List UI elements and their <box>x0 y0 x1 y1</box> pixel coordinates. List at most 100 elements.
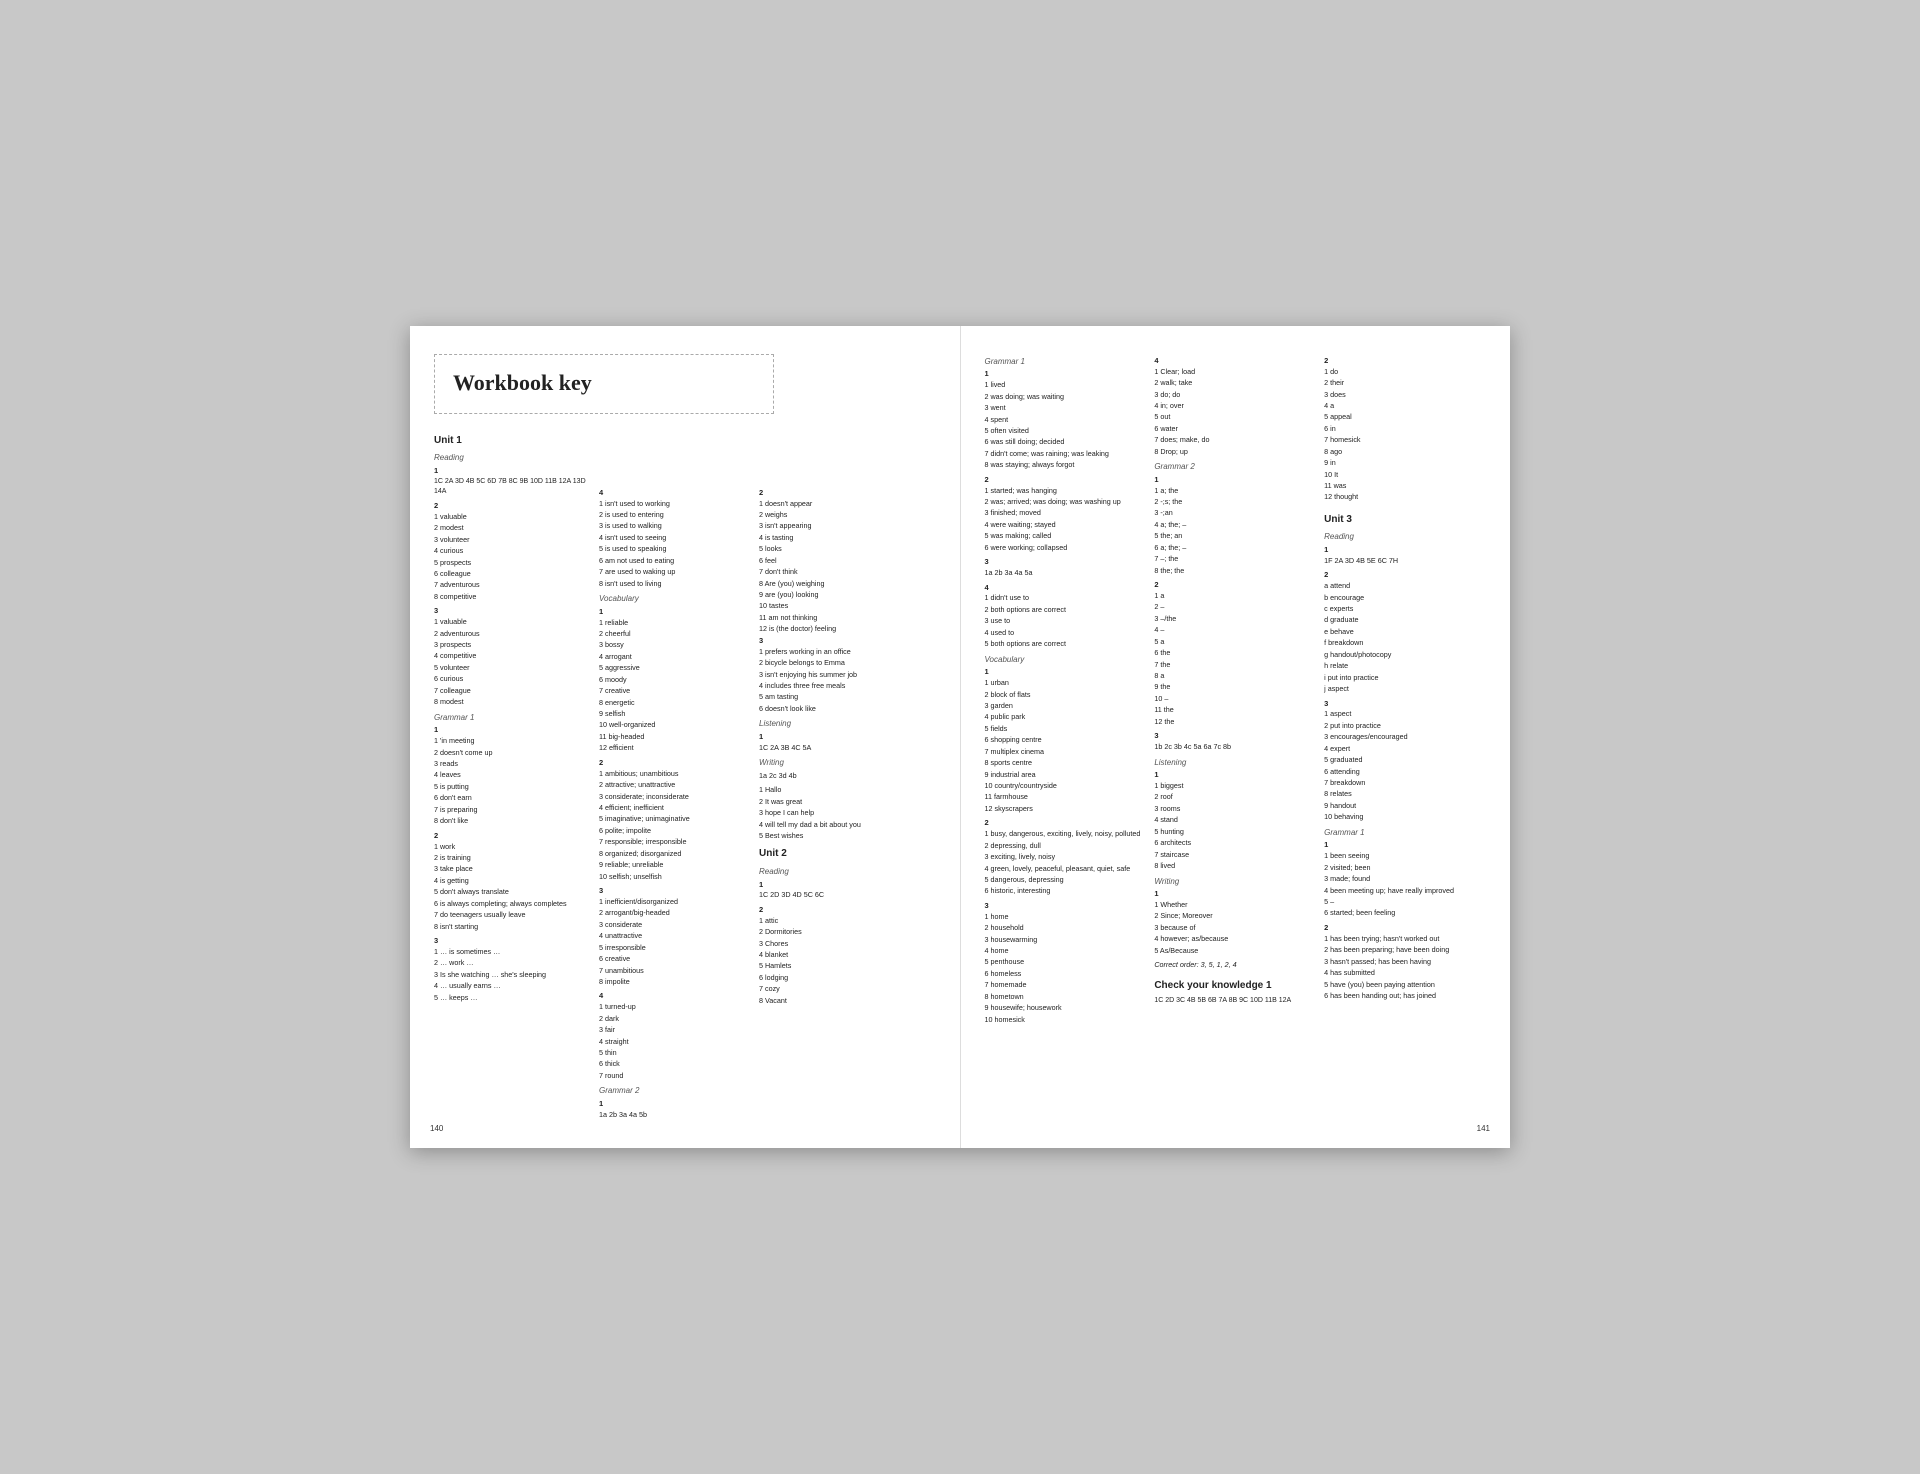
list-item: 4 – <box>1154 625 1316 635</box>
list-item: 1 home <box>985 912 1147 922</box>
list-item: 5 Hamlets <box>759 961 936 971</box>
list-item: 3 rooms <box>1154 804 1316 814</box>
list-item: 8 modest <box>434 697 589 707</box>
list-item: 5 appeal <box>1324 412 1486 422</box>
list-item: 2 visited; been <box>1324 863 1486 873</box>
list-item: c experts <box>1324 604 1486 614</box>
right-col2: 4 1 Clear; load2 walk; take3 do; do4 in;… <box>1154 354 1316 1029</box>
right-col3: 2 1 do2 their3 does4 a5 appeal6 in7 home… <box>1324 354 1486 1029</box>
list-item: 10 tastes <box>759 601 936 611</box>
list-item: 7 didn't come; was raining; was leaking <box>985 449 1147 459</box>
reading-q3: 3 1 valuable2 adventurous3 prospects4 co… <box>434 606 589 707</box>
list-item: 11 farmhouse <box>985 792 1147 802</box>
list-item: 4 spent <box>985 415 1147 425</box>
list-item: 3 does <box>1324 390 1486 400</box>
list-item: 5 am tasting <box>759 692 936 702</box>
list-item: 8 ago <box>1324 447 1486 457</box>
list-item: 1 a; the <box>1154 486 1316 496</box>
list-item: 9 are (you) looking <box>759 590 936 600</box>
list-item: 2 adventurous <box>434 629 589 639</box>
list-item: 1 isn't used to working <box>599 499 749 509</box>
list-item: 12 skyscrapers <box>985 804 1147 814</box>
list-item: 10 well-organized <box>599 720 749 730</box>
list-item: 2 their <box>1324 378 1486 388</box>
list-item: 3 use to <box>985 616 1147 626</box>
list-item: 3 hasn't passed; has been having <box>1324 957 1486 967</box>
list-item: 6 architects <box>1154 838 1316 848</box>
list-item: 10 homesick <box>985 1015 1147 1025</box>
list-item: 6 moody <box>599 675 749 685</box>
list-item: 3 Is she watching … she's sleeping <box>434 970 589 980</box>
list-item: 4 will tell my dad a bit about you <box>759 820 936 830</box>
list-item: 6 the <box>1154 648 1316 658</box>
list-item: 6 thick <box>599 1059 749 1069</box>
list-item: 1 inefficient/disorganized <box>599 897 749 907</box>
list-item: 2 dark <box>599 1014 749 1024</box>
list-item: 4 isn't used to seeing <box>599 533 749 543</box>
list-item: 1 didn't use to <box>985 593 1147 603</box>
list-item: 2 roof <box>1154 792 1316 802</box>
list-item: 5 volunteer <box>434 663 589 673</box>
list-item: 7 are used to waking up <box>599 567 749 577</box>
left-col1: Unit 1 Reading 1 1C 2A 3D 4B 5C 6D 7B 8C… <box>434 428 589 1125</box>
list-item: 8 a <box>1154 671 1316 681</box>
list-item: 5 the; an <box>1154 531 1316 541</box>
list-item: 3 –/the <box>1154 614 1316 624</box>
list-item: 4 however; as/because <box>1154 934 1316 944</box>
list-item: 5 – <box>1324 897 1486 907</box>
list-item: 7 creative <box>599 686 749 696</box>
list-item: 1 a <box>1154 591 1316 601</box>
list-item: 12 efficient <box>599 743 749 753</box>
list-item: 1 Clear; load <box>1154 367 1316 377</box>
list-item: 5 looks <box>759 544 936 554</box>
list-item: 5 was making; called <box>985 531 1147 541</box>
reading-q2: 2 1 valuable2 modest3 volunteer4 curious… <box>434 501 589 602</box>
list-item: 4 home <box>985 946 1147 956</box>
list-item: 3 garden <box>985 701 1147 711</box>
list-item: 11 am not thinking <box>759 613 936 623</box>
list-item: 10 It <box>1324 470 1486 480</box>
list-item: 1 Whether <box>1154 900 1316 910</box>
list-item: 1 work <box>434 842 589 852</box>
list-item: 8 competitive <box>434 592 589 602</box>
list-item: 3 considerate <box>599 920 749 930</box>
list-item: 5 fields <box>985 724 1147 734</box>
list-item: 10 selfish; unselfish <box>599 872 749 882</box>
list-item: 5 aggressive <box>599 663 749 673</box>
list-item: 6 has been handing out; has joined <box>1324 991 1486 1001</box>
list-item: 3 volunteer <box>434 535 589 545</box>
list-item: 3 made; found <box>1324 874 1486 884</box>
list-item: 6 started; been feeling <box>1324 908 1486 918</box>
list-item: 3 fair <box>599 1025 749 1035</box>
list-item: 2 It was great <box>759 797 936 807</box>
list-item: 7 unambitious <box>599 966 749 976</box>
reading-q1: 1 1C 2A 3D 4B 5C 6D 7B 8C 9B 10D 11B 12A… <box>434 466 589 497</box>
list-item: 6 curious <box>434 674 589 684</box>
list-item: h relate <box>1324 661 1486 671</box>
list-item: 1 doesn't appear <box>759 499 936 509</box>
list-item: 7 the <box>1154 660 1316 670</box>
list-item: 1 ambitious; unambitious <box>599 769 749 779</box>
list-item: 5 dangerous, depressing <box>985 875 1147 885</box>
list-item: 3 encourages/encouraged <box>1324 732 1486 742</box>
list-item: 5 As/Because <box>1154 946 1316 956</box>
list-item: 6 lodging <box>759 973 936 983</box>
list-item: 2 both options are correct <box>985 605 1147 615</box>
list-item: 11 was <box>1324 481 1486 491</box>
list-item: 2 was doing; was waiting <box>985 392 1147 402</box>
list-item: b encourage <box>1324 593 1486 603</box>
book-spread: Workbook key Unit 1 Reading 1 1C 2A 3D 4… <box>410 326 1510 1148</box>
list-item: 3 -;an <box>1154 508 1316 518</box>
list-item: d graduate <box>1324 615 1486 625</box>
list-item: 4 a <box>1324 401 1486 411</box>
list-item: 5 is putting <box>434 782 589 792</box>
list-item: 4 been meeting up; have really improved <box>1324 886 1486 896</box>
list-item: 2 weighs <box>759 510 936 520</box>
list-item: 9 selfish <box>599 709 749 719</box>
list-item: 10 country/countryside <box>985 781 1147 791</box>
list-item: 8 relates <box>1324 789 1486 799</box>
list-item: 9 handout <box>1324 801 1486 811</box>
list-item: 6 was still doing; decided <box>985 437 1147 447</box>
list-item: 4 unattractive <box>599 931 749 941</box>
list-item: 1 turned-up <box>599 1002 749 1012</box>
